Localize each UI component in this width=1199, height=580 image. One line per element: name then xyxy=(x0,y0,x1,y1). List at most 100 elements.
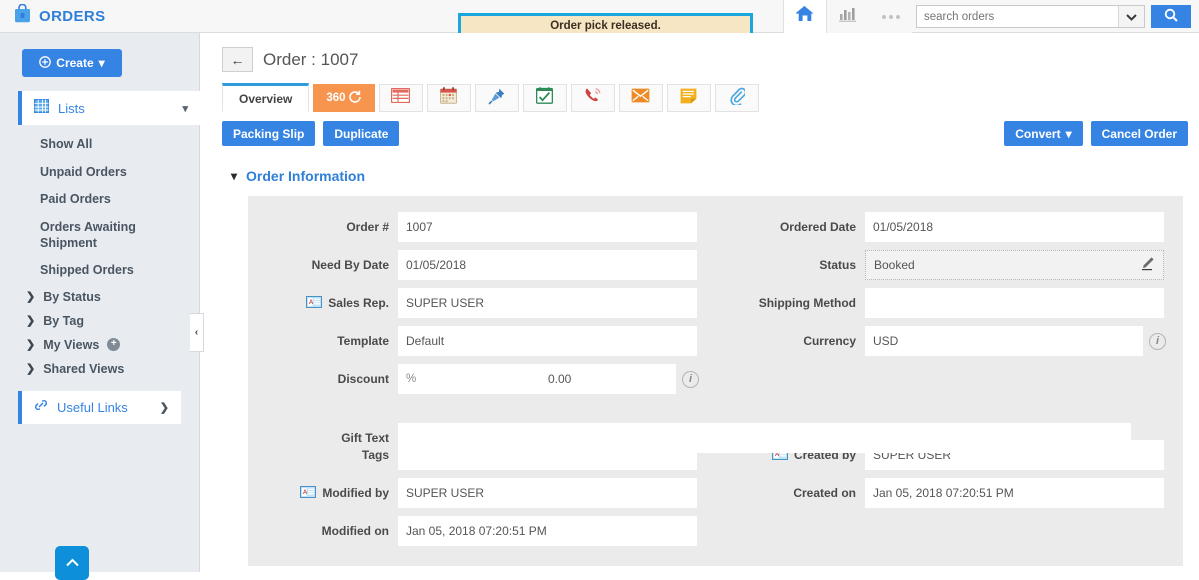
field-value-status[interactable]: Booked xyxy=(865,250,1164,280)
chevron-right-icon: ❯ xyxy=(26,291,36,304)
order-information-header[interactable]: ▾ Order Information xyxy=(201,168,1199,184)
field-label-gift-text: Gift Text xyxy=(341,431,389,445)
svg-text:A: A xyxy=(303,490,308,496)
field-row-gift-text: Gift Text xyxy=(248,419,1183,457)
sidebar-item-useful-links[interactable]: Useful Links ❯ xyxy=(18,390,181,424)
field-value-shipping-method[interactable] xyxy=(865,288,1164,318)
sidebar: Create ▾ Lists ▾ Show All Unpaid Orders … xyxy=(0,33,200,580)
calendar-icon xyxy=(440,87,458,109)
sidebar-collapse-handle[interactable]: ‹ xyxy=(190,313,204,352)
page-title: Order : 1007 xyxy=(263,49,359,69)
sidebar-item-orders-awaiting-shipment[interactable]: Orders Awaiting Shipment xyxy=(0,214,199,257)
sidebar-item-shipped-orders[interactable]: Shipped Orders xyxy=(0,257,199,285)
field-label-currency: Currency xyxy=(803,334,856,348)
search-input[interactable] xyxy=(917,6,1118,27)
discount-unit: % xyxy=(406,373,417,385)
tab-tasks[interactable] xyxy=(522,84,567,112)
convert-button[interactable]: Convert ▾ xyxy=(1004,121,1083,146)
field-value-currency[interactable]: USD xyxy=(865,326,1143,356)
field-label-status: Status xyxy=(819,258,856,272)
form-column-right: Ordered Date 01/05/2018 Status Booked Sh… xyxy=(715,208,1182,550)
field-value-need-by-date[interactable]: 01/05/2018 xyxy=(398,250,697,280)
home-icon xyxy=(795,5,815,28)
field-row-status: Status Booked xyxy=(715,246,1182,284)
tab-pinned[interactable] xyxy=(474,84,519,112)
field-value-sales-rep[interactable]: SUPER USER xyxy=(398,288,697,318)
field-value-order-number[interactable]: 1007 xyxy=(398,212,697,242)
tab-calls[interactable] xyxy=(570,84,615,112)
sidebar-group-my-views-label: My Views xyxy=(43,337,100,352)
field-value-modified-on[interactable]: Jan 05, 2018 07:20:51 PM xyxy=(398,516,697,546)
bar-chart-icon xyxy=(838,6,858,28)
tab-overview[interactable]: Overview xyxy=(222,83,310,112)
sidebar-group-by-status-label: By Status xyxy=(43,289,101,304)
back-button[interactable]: ← xyxy=(222,47,253,72)
sidebar-item-unpaid-orders[interactable]: Unpaid Orders xyxy=(0,159,199,187)
caret-down-icon: ▾ xyxy=(98,56,105,70)
brand[interactable]: ORDERS xyxy=(0,0,200,33)
contact-card-icon: A xyxy=(306,295,323,311)
plus-circle-icon xyxy=(39,55,52,71)
packing-slip-button[interactable]: Packing Slip xyxy=(222,121,316,146)
grid-icon xyxy=(34,98,49,118)
discount-info-icon[interactable]: i xyxy=(682,370,699,388)
field-row-modified-on: Modified on Jan 05, 2018 07:20:51 PM xyxy=(248,512,715,550)
sidebar-item-lists[interactable]: Lists ▾ xyxy=(18,91,200,125)
home-button[interactable] xyxy=(783,0,826,33)
field-label-order-number: Order # xyxy=(346,220,389,234)
currency-info-icon[interactable]: i xyxy=(1149,332,1166,350)
sidebar-group-my-views[interactable]: ❯ My Views + xyxy=(0,333,199,357)
create-button[interactable]: Create ▾ xyxy=(22,49,122,77)
order-information-title: Order Information xyxy=(246,168,366,184)
search-scope-dropdown[interactable] xyxy=(1118,6,1144,27)
field-row-discount: Discount % 0.00 i xyxy=(248,360,715,398)
field-label-created-on: Created on xyxy=(793,486,856,500)
field-value-created-on[interactable]: Jan 05, 2018 07:20:51 PM xyxy=(865,478,1164,508)
duplicate-button[interactable]: Duplicate xyxy=(323,121,400,146)
sidebar-group-by-tag[interactable]: ❯ By Tag xyxy=(0,309,199,333)
sidebar-group-shared-views[interactable]: ❯ Shared Views xyxy=(0,357,199,381)
field-value-discount[interactable]: % 0.00 xyxy=(398,364,676,394)
field-value-gift-text[interactable] xyxy=(398,423,1131,453)
field-value-ordered-date[interactable]: 01/05/2018 xyxy=(865,212,1164,242)
sidebar-item-show-all[interactable]: Show All xyxy=(0,131,199,159)
tab-attachments[interactable] xyxy=(714,84,759,112)
svg-text:A: A xyxy=(309,300,314,306)
tab-calendar[interactable] xyxy=(426,84,471,112)
tab-emails[interactable] xyxy=(618,84,663,112)
tab-notes[interactable] xyxy=(666,84,711,112)
top-bar: ORDERS Order pick released. xyxy=(0,0,1199,41)
add-view-icon[interactable]: + xyxy=(107,338,121,352)
field-row-shipping-method: Shipping Method xyxy=(715,284,1182,322)
field-row-modified-by: A Modified by SUPER USER xyxy=(248,474,715,512)
field-label-shipping-method: Shipping Method xyxy=(758,296,856,310)
chevron-down-icon xyxy=(1126,8,1137,26)
more-options-button[interactable] xyxy=(869,0,912,33)
field-label-modified-by-text: Modified by xyxy=(322,486,389,500)
search-submit-button[interactable] xyxy=(1151,5,1191,28)
field-row-need-by-date: Need By Date 01/05/2018 xyxy=(248,246,715,284)
scroll-to-top-button[interactable] xyxy=(55,546,89,580)
sidebar-item-useful-links-label: Useful Links xyxy=(57,399,128,415)
contact-card-icon: A xyxy=(300,485,317,501)
chevron-right-icon: ❯ xyxy=(159,401,169,414)
edit-pencil-icon[interactable] xyxy=(1140,256,1155,274)
sidebar-item-paid-orders[interactable]: Paid Orders xyxy=(0,186,199,214)
field-value-template[interactable]: Default xyxy=(398,326,697,356)
field-row-currency: Currency USD i xyxy=(715,322,1182,360)
sidebar-group-by-tag-label: By Tag xyxy=(43,313,84,328)
field-row-ordered-date: Ordered Date 01/05/2018 xyxy=(715,208,1182,246)
reports-button[interactable] xyxy=(826,0,869,33)
field-value-modified-by[interactable]: SUPER USER xyxy=(398,478,697,508)
tab-360[interactable]: 360 xyxy=(313,84,375,112)
chevron-down-icon: ▾ xyxy=(182,102,188,115)
chevron-right-icon: ❯ xyxy=(26,363,36,376)
form-column-left: Order # 1007 Need By Date 01/05/2018 A S… xyxy=(248,208,715,550)
cancel-order-button[interactable]: Cancel Order xyxy=(1090,121,1188,146)
pushpin-icon xyxy=(487,87,506,110)
search-area xyxy=(912,0,1199,33)
more-dots-icon xyxy=(881,14,900,19)
checklist-icon xyxy=(535,87,554,109)
tab-line-items[interactable] xyxy=(378,84,423,112)
sidebar-group-by-status[interactable]: ❯ By Status xyxy=(0,285,199,309)
